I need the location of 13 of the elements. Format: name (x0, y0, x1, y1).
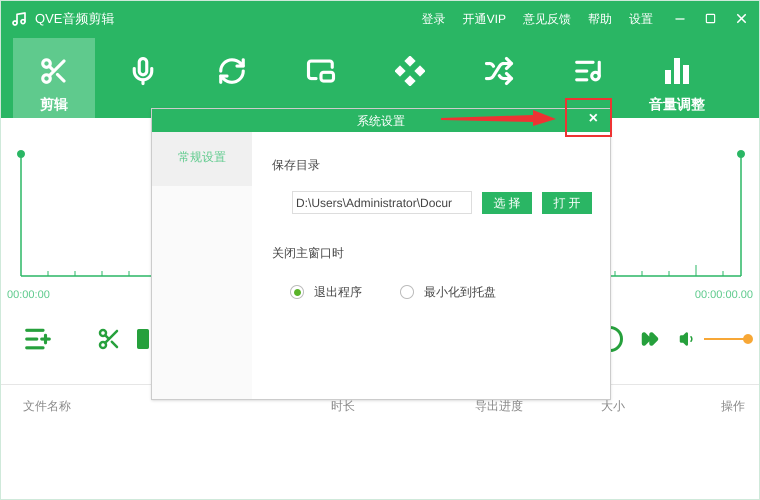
column-header: 大小 (601, 398, 626, 415)
column-header: 时长 (331, 398, 356, 415)
end-time: 00:00:00.00 (694, 288, 753, 303)
radio-label: 最小化到托盘 (424, 284, 496, 301)
save-dir-label: 保存目录 (272, 157, 321, 174)
column-header: 导出进度 (475, 398, 524, 415)
close-window-label: 关闭主窗口时 (272, 245, 345, 262)
dialog-title: 系统设置 (357, 112, 405, 130)
start-time: 00:00:00 (7, 288, 50, 303)
window-title: QVE音频剪辑 (35, 10, 114, 28)
column-header: 操作 (720, 398, 745, 415)
radio-label: 退出程序 (314, 284, 362, 301)
column-header: 文件名称 (23, 398, 72, 415)
